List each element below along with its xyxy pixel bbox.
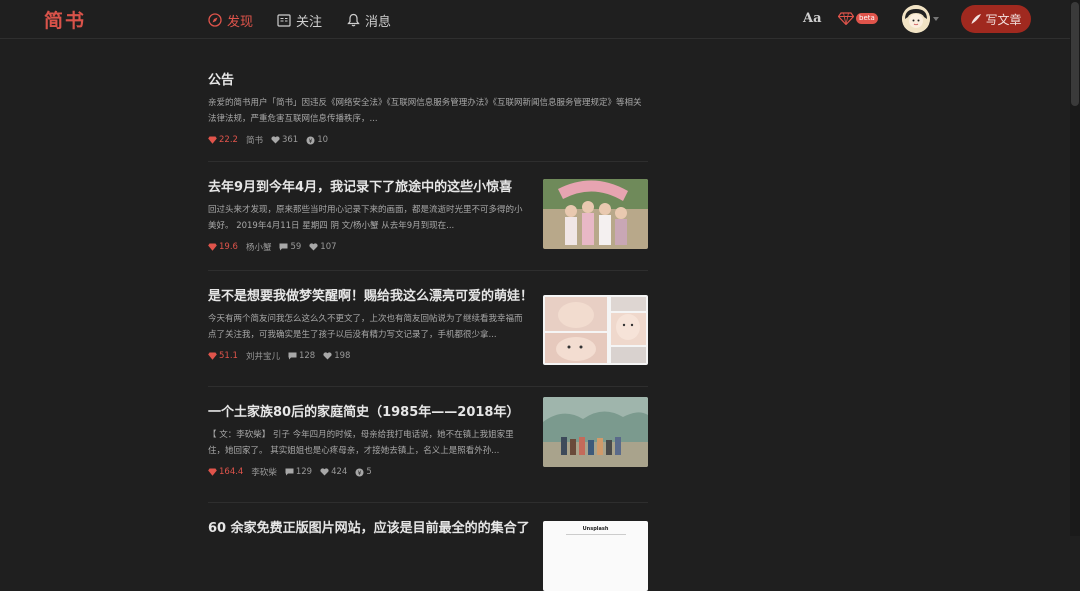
heart-icon — [309, 243, 318, 251]
comment-icon — [279, 243, 288, 251]
thumbnail-divider — [565, 534, 626, 535]
beta-badge: beta — [856, 13, 878, 24]
article-title[interactable]: 去年9月到今年4月，我记录下了旅途中的这些小惊喜 — [208, 179, 528, 197]
coin-icon: ¥ — [306, 136, 315, 144]
article-item[interactable]: 60 余家免费正版图片网站，应该是目前最全的的集合了 Unsplash — [208, 503, 648, 591]
article-item[interactable]: 去年9月到今年4月，我记录下了旅途中的这些小惊喜 回过头来才发现，原来那些当时用… — [208, 162, 648, 271]
nav-follow[interactable]: 关注 — [277, 10, 322, 30]
reward-count: ¥ 5 — [355, 467, 372, 477]
article-item[interactable]: 是不是想要我做梦笑醒啊！赐给我这么漂亮可爱的萌娃！ 今天有两个简友问我怎么这么久… — [208, 271, 648, 387]
heart-icon — [320, 468, 329, 476]
heart-icon — [271, 136, 280, 144]
article-title[interactable]: 一个土家族80后的家庭简史（1985年——2018年） — [208, 404, 538, 422]
comment-icon — [288, 352, 297, 360]
page-scrollbar[interactable] — [1070, 0, 1080, 536]
article-thumbnail[interactable] — [543, 295, 648, 365]
jianshu-logo[interactable]: 简书 — [44, 6, 86, 33]
article-title[interactable]: 是不是想要我做梦笑醒啊！赐给我这么漂亮可爱的萌娃！ — [208, 288, 538, 306]
coin-icon: ¥ — [355, 468, 364, 476]
article-thumbnail[interactable]: Unsplash — [543, 521, 648, 591]
diamond-small-icon — [208, 136, 217, 144]
nav-follow-label: 关注 — [296, 14, 323, 30]
compass-icon — [208, 13, 222, 27]
author-name[interactable]: 杨小蟹 — [246, 241, 272, 253]
diamond-count: 164.4 — [208, 467, 243, 477]
nav-messages[interactable]: 消息 — [347, 10, 391, 30]
nav-discover[interactable]: 发现 — [208, 10, 253, 30]
like-count: 361 — [271, 135, 298, 145]
author-name[interactable]: 李砍柴 — [251, 466, 277, 478]
scrollbar-thumb[interactable] — [1071, 2, 1079, 106]
comment-count[interactable]: 59 — [279, 242, 301, 252]
comment-count[interactable]: 128 — [288, 351, 315, 361]
author-name[interactable]: 刘井宝儿 — [246, 350, 280, 362]
feather-pen-icon — [971, 14, 982, 24]
comment-count[interactable]: 129 — [285, 467, 312, 477]
article-abstract: 今天有两个简友问我怎么这么久不更文了，上次也有简友回帖说为了继续看我幸福而点了关… — [208, 314, 523, 340]
article-meta: 22.2 简书 361 ¥ 10 — [208, 134, 648, 146]
diamond-count: 51.1 — [208, 351, 238, 361]
write-article-label: 写文章 — [985, 12, 1022, 27]
diamond-small-icon — [208, 352, 217, 360]
like-count: 424 — [320, 467, 347, 477]
reward-count: ¥ 10 — [306, 135, 328, 145]
author-name[interactable]: 简书 — [246, 134, 263, 146]
bell-icon — [347, 13, 360, 27]
follow-book-icon — [277, 13, 291, 27]
beta-diamond-link[interactable]: beta — [838, 12, 878, 25]
diamond-count: 19.6 — [208, 242, 238, 252]
font-size-toggle[interactable]: Aa — [803, 11, 822, 26]
article-title[interactable]: 公告 — [208, 72, 648, 90]
user-avatar[interactable] — [902, 5, 930, 33]
article-abstract: 回过头来才发现，原来那些当时用心记录下来的画面，都是流逝时光里不可多得的小美好。… — [208, 205, 523, 231]
top-navbar: 简书 发现 关注 消息 Aa beta 写文章 — [0, 0, 1070, 39]
article-title[interactable]: 60 余家免费正版图片网站，应该是目前最全的的集合了 — [208, 520, 538, 538]
nav-discover-label: 发现 — [227, 14, 254, 30]
article-abstract: 【 文：李砍柴】 引子 今年四月的时候，母亲给我打电话说，她不在镇上我姐家里住，… — [208, 430, 514, 456]
article-thumbnail[interactable] — [543, 397, 648, 467]
comment-icon — [285, 468, 294, 476]
diamond-small-icon — [208, 243, 217, 251]
diamond-count: 22.2 — [208, 135, 238, 145]
article-meta: 164.4 李砍柴 129 424 ¥ 5 — [208, 466, 648, 478]
article-feed: 公告 亲爱的简书用户「简书」因违反《网络安全法》《互联网信息服务管理办法》《互联… — [208, 58, 648, 591]
like-count: 107 — [309, 242, 337, 252]
like-count: 198 — [323, 351, 350, 361]
article-item[interactable]: 一个土家族80后的家庭简史（1985年——2018年） 【 文：李砍柴】 引子 … — [208, 387, 648, 503]
heart-icon — [323, 352, 332, 360]
nav-messages-label: 消息 — [365, 14, 392, 30]
svg-text:¥: ¥ — [309, 137, 313, 144]
article-item[interactable]: 公告 亲爱的简书用户「简书」因违反《网络安全法》《互联网信息服务管理办法》《互联… — [208, 58, 648, 162]
diamond-small-icon — [208, 468, 217, 476]
write-article-button[interactable]: 写文章 — [961, 5, 1031, 33]
thumbnail-caption: Unsplash — [582, 526, 609, 532]
diamond-icon — [838, 12, 854, 25]
avatar-dropdown-caret-icon[interactable] — [933, 17, 939, 21]
article-thumbnail[interactable] — [543, 179, 648, 249]
svg-text:¥: ¥ — [358, 469, 362, 476]
article-abstract: 亲爱的简书用户「简书」因违反《网络安全法》《互联网信息服务管理办法》《互联网新闻… — [208, 98, 642, 124]
